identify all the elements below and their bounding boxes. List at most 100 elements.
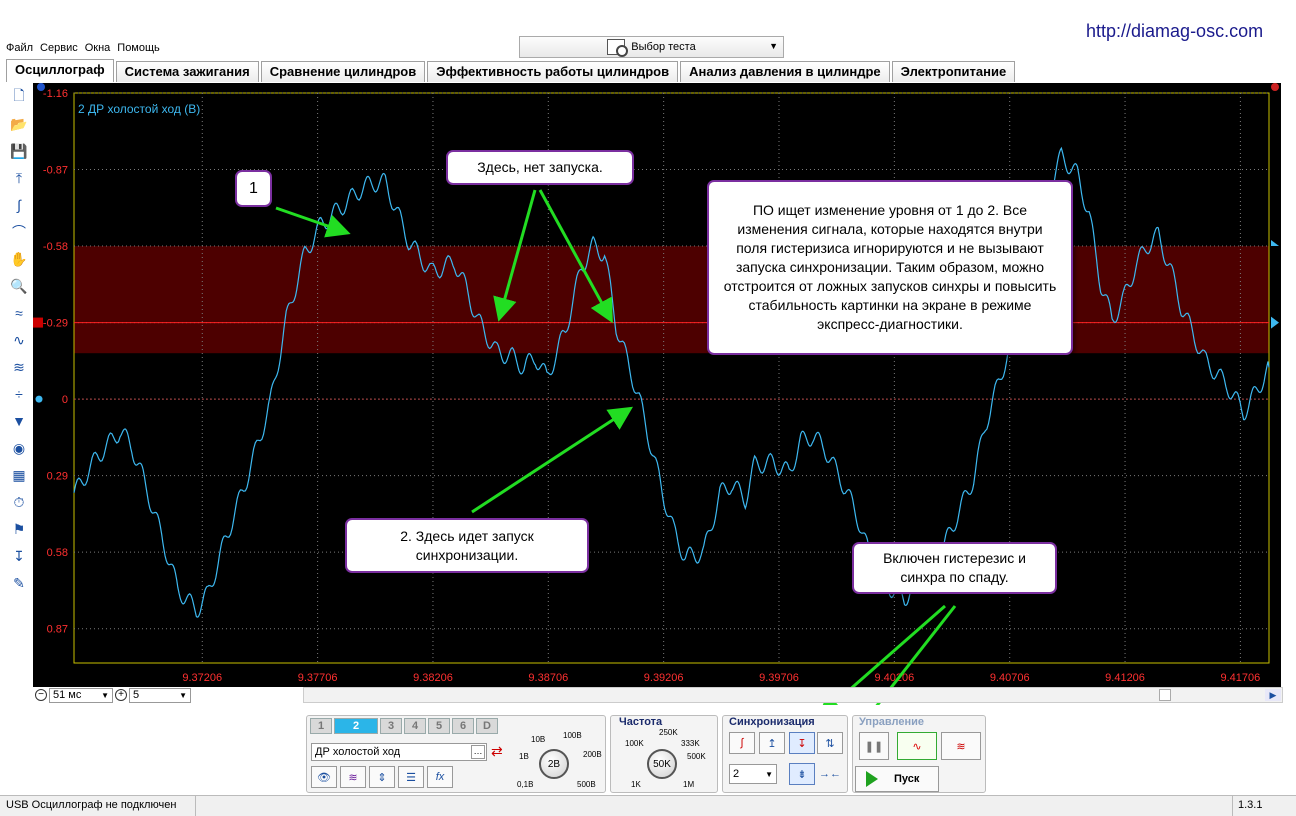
x-tick-label: 9.39206 bbox=[644, 672, 684, 684]
channels-panel: 1 2 3 4 5 6 D ДР холостой ход … ⇄ 👁 ≋ ⇕ … bbox=[306, 715, 606, 793]
auto-timer-icon[interactable]: ⏱ bbox=[8, 491, 30, 513]
sync-both-edge-icon[interactable]: ⇅ bbox=[817, 732, 843, 754]
freq-label-100k: 100K bbox=[625, 739, 644, 748]
hand-pan-icon[interactable]: ✋ bbox=[8, 248, 30, 270]
volts-knob[interactable]: 2В bbox=[539, 749, 569, 779]
callout-explanation: ПО ищет изменение уровня от 1 до 2. Все … bbox=[707, 180, 1073, 355]
eye-icon[interactable]: 👁 bbox=[311, 766, 337, 788]
time-scrollbar[interactable]: ▶ bbox=[303, 687, 1283, 703]
sync-channel-select[interactable]: 2 ▼ bbox=[729, 764, 777, 784]
status-divider bbox=[1232, 796, 1233, 816]
volt-label-01v: 0,1В bbox=[517, 780, 534, 789]
control-panel: Управление ❚❚ ∿ ≋ Пуск bbox=[852, 715, 986, 793]
callout-hysteresis-on: Включен гистерезис и синхра по спаду. bbox=[852, 542, 1057, 594]
x-tick-label: 9.41206 bbox=[1105, 672, 1145, 684]
table-icon[interactable]: ▦ bbox=[8, 464, 30, 486]
zoom-icon[interactable]: 🔍 bbox=[8, 275, 30, 297]
channel-button-5[interactable]: 5 bbox=[428, 718, 450, 734]
y-tick-label: -0.29 bbox=[43, 318, 68, 330]
flag-icon[interactable]: ⚑ bbox=[8, 518, 30, 540]
plus-icon[interactable]: + bbox=[115, 689, 127, 701]
x-tick-label: 9.40706 bbox=[990, 672, 1030, 684]
lines-icon[interactable]: ☰ bbox=[398, 766, 424, 788]
oscilloscope-plot[interactable]: -1.16 -0.87 -0.58 -0.29 0 0.29 0.58 0.87 9.37206… bbox=[33, 83, 1281, 687]
open-folder-icon[interactable]: 📂 bbox=[8, 113, 30, 135]
auto-trigger-icon[interactable]: ⤒ bbox=[8, 167, 30, 189]
waves-2-icon[interactable]: ∿ bbox=[8, 329, 30, 351]
waves-1-icon[interactable]: ≈ bbox=[8, 302, 30, 324]
tab-cylinder-compare[interactable]: Сравнение цилиндров bbox=[260, 61, 426, 82]
menu-bar: Файл Сервис Окна Помощь bbox=[6, 42, 160, 54]
tab-ignition[interactable]: Система зажигания bbox=[115, 61, 259, 82]
channel-button-6[interactable]: 6 bbox=[452, 718, 474, 734]
tab-cylinder-efficiency[interactable]: Эффективность работы цилиндров bbox=[427, 61, 679, 82]
signal-trace bbox=[73, 146, 1270, 618]
cursor-1-marker bbox=[37, 83, 45, 91]
freq-label-333k: 333K bbox=[681, 739, 700, 748]
menu-service[interactable]: Сервис bbox=[40, 42, 78, 54]
new-file-icon[interactable]: 🗋 bbox=[8, 86, 30, 108]
notes-icon[interactable]: ✎ bbox=[8, 572, 30, 594]
cursor-2-marker bbox=[1271, 83, 1279, 91]
split-icon[interactable]: ÷ bbox=[8, 383, 30, 405]
pause-icon[interactable]: ❚❚ bbox=[859, 732, 889, 760]
channel-icon[interactable]: ◉ bbox=[8, 437, 30, 459]
play-right-icon[interactable]: ▶ bbox=[1265, 689, 1281, 701]
y-tick-label: 0.58 bbox=[47, 547, 68, 559]
menu-file[interactable]: Файл bbox=[6, 42, 33, 54]
sync-rising-edge-icon[interactable]: ∫ bbox=[729, 732, 755, 754]
site-url[interactable]: http://diamag-osc.com bbox=[1086, 21, 1263, 42]
function-icon[interactable]: fx bbox=[427, 766, 453, 788]
test-selector[interactable]: Выбор теста ▼ bbox=[519, 36, 784, 58]
timebase-select[interactable]: 51 мс ▼ bbox=[49, 687, 113, 703]
single-wave-icon[interactable]: ∿ bbox=[897, 732, 937, 760]
connection-status: USB Осциллограф не подключен bbox=[6, 799, 177, 811]
tab-pressure-analysis[interactable]: Анализ давления в цилиндре bbox=[680, 61, 890, 82]
minus-icon[interactable]: − bbox=[35, 689, 47, 701]
marker-zero-icon[interactable]: ↧ bbox=[8, 545, 30, 567]
channel-button-d[interactable]: D bbox=[476, 718, 498, 734]
start-label: Пуск bbox=[894, 773, 920, 785]
tab-oscilloscope[interactable]: Осциллограф bbox=[6, 59, 114, 82]
scroll-thumb[interactable] bbox=[1159, 689, 1171, 701]
save-icon[interactable]: 💾 bbox=[8, 140, 30, 162]
test-selector-label: Выбор теста bbox=[631, 41, 696, 53]
sync-up-icon[interactable]: ↥ bbox=[759, 732, 785, 754]
hysteresis-icon[interactable]: ⇟ bbox=[789, 763, 815, 785]
tab-power-supply[interactable]: Электропитание bbox=[891, 61, 1016, 82]
channel-button-2[interactable]: 2 bbox=[334, 718, 378, 734]
trigger-marker-right bbox=[1271, 316, 1279, 329]
filter-icon[interactable]: ▼ bbox=[8, 410, 30, 432]
start-button[interactable]: Пуск bbox=[855, 766, 939, 792]
frequency-knob[interactable]: 50K bbox=[647, 749, 677, 779]
freq-label-1m: 1M bbox=[683, 780, 695, 789]
chevron-down-icon: ▼ bbox=[179, 690, 187, 700]
vertical-scale-icon[interactable]: ⇕ bbox=[369, 766, 395, 788]
sync-title: Синхронизация bbox=[729, 716, 815, 728]
menu-windows[interactable]: Окна bbox=[85, 42, 111, 54]
channel-name-input[interactable]: ДР холостой ход … bbox=[311, 743, 487, 761]
multi-wave-icon[interactable]: ≋ bbox=[941, 732, 981, 760]
channel-button-4[interactable]: 4 bbox=[404, 718, 426, 734]
control-title: Управление bbox=[859, 716, 925, 728]
waves-3-icon[interactable]: ≋ bbox=[8, 356, 30, 378]
waveform-arc-icon[interactable]: ⌒ bbox=[8, 221, 30, 243]
frame-count-select[interactable]: 5 ▼ bbox=[129, 687, 191, 703]
auto-scale-icon[interactable]: ∫ bbox=[8, 194, 30, 216]
timebase-value: 51 мс bbox=[53, 689, 82, 701]
waveform-icon[interactable]: ≋ bbox=[340, 766, 366, 788]
channel-button-3[interactable]: 3 bbox=[380, 718, 402, 734]
sync-center-icon[interactable]: →← bbox=[817, 763, 843, 785]
more-options-icon[interactable]: … bbox=[471, 745, 485, 759]
channel-settings-icon[interactable]: ⇄ bbox=[491, 743, 503, 760]
volts-knob-value: 2В bbox=[547, 758, 561, 770]
menu-help[interactable]: Помощь bbox=[117, 42, 160, 54]
x-tick-label: 9.37706 bbox=[298, 672, 338, 684]
callout-marker-1: 1 bbox=[235, 170, 272, 207]
frequency-knob-value: 50K bbox=[653, 758, 671, 770]
sync-falling-edge-icon[interactable]: ↧ bbox=[789, 732, 815, 754]
version-label: 1.3.1 bbox=[1238, 799, 1263, 811]
control-area: 1 2 3 4 5 6 D ДР холостой ход … ⇄ 👁 ≋ ⇕ … bbox=[0, 705, 1296, 795]
chevron-down-icon: ▼ bbox=[101, 690, 109, 700]
channel-button-1[interactable]: 1 bbox=[310, 718, 332, 734]
